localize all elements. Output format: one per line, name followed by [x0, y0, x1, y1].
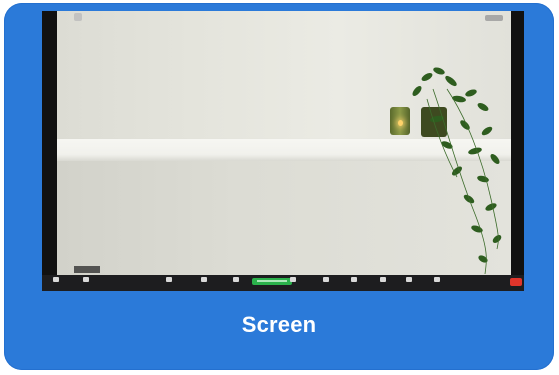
more-icon: [434, 277, 440, 282]
screen-option-card[interactable]: Screen: [4, 3, 554, 370]
reactions-button[interactable]: [376, 275, 390, 291]
video-button[interactable]: [78, 275, 94, 291]
breakout-rooms-button[interactable]: [346, 275, 362, 291]
video-feed: [57, 11, 511, 277]
record-icon: [290, 277, 296, 282]
security-button[interactable]: [162, 275, 176, 291]
card-caption: Screen: [241, 312, 317, 337]
participants-button[interactable]: [196, 275, 212, 291]
reactions-icon: [380, 277, 386, 282]
apps-button[interactable]: [402, 275, 416, 291]
participant-name-tag: [74, 266, 100, 273]
video-icon: [83, 277, 89, 282]
apps-icon: [406, 277, 412, 282]
share-screen-icon: [257, 280, 287, 282]
chat-button[interactable]: [230, 275, 242, 291]
end-meeting-button[interactable]: [510, 278, 522, 286]
breakout-rooms-icon: [351, 277, 357, 282]
meeting-video-frame: [42, 11, 524, 291]
meeting-info-icon[interactable]: [74, 13, 82, 21]
record-button[interactable]: [286, 275, 300, 291]
participants-icon: [201, 277, 207, 282]
hanging-plant: [412, 67, 502, 275]
more-button[interactable]: [430, 275, 444, 291]
security-icon: [166, 277, 172, 282]
mute-icon: [53, 277, 59, 282]
view-toggle-icon[interactable]: [485, 15, 503, 21]
mute-button[interactable]: [48, 275, 64, 291]
closed-caption-icon: [323, 277, 329, 282]
closed-caption-button[interactable]: [318, 275, 334, 291]
chat-icon: [233, 277, 239, 282]
meeting-toolbar: [42, 275, 524, 291]
